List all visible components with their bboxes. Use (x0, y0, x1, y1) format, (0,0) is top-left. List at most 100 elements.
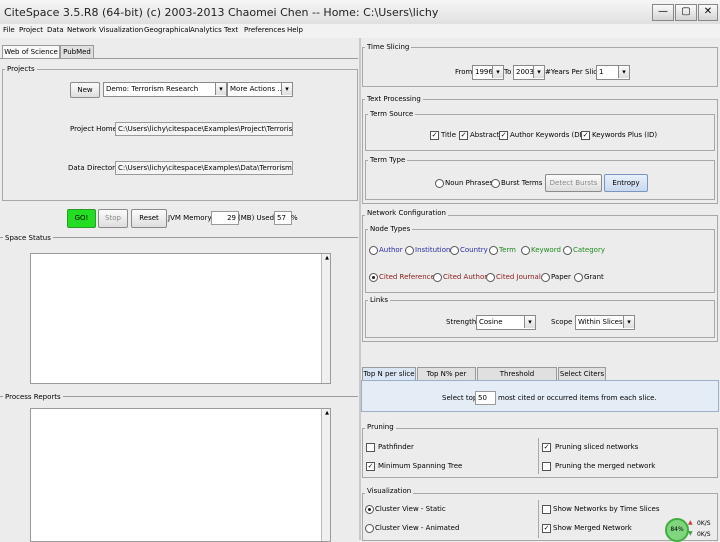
cluster-animated-label: Cluster View - Animated (375, 524, 460, 532)
process-reports-scrollbar[interactable] (321, 409, 330, 541)
menu-preferences[interactable]: Preferences (244, 26, 285, 34)
close-button[interactable]: ✕ (698, 4, 718, 21)
keywords-plus-checkbox[interactable]: ✓ (581, 131, 590, 140)
cited-reference-radio[interactable] (369, 273, 378, 282)
pathfinder-label: Pathfinder (378, 443, 414, 451)
space-status-divider (0, 237, 358, 238)
project-home-label: Project Home: (70, 125, 120, 133)
process-reports-area[interactable]: ▲ (30, 408, 331, 542)
show-merged-checkbox[interactable]: ✓ (542, 524, 551, 533)
top-n-field[interactable]: 50 (475, 391, 496, 405)
menu-analytics[interactable]: Analytics (190, 26, 222, 34)
author-label: Author (379, 246, 403, 254)
burst-terms-radio[interactable] (491, 179, 500, 188)
menu-help[interactable]: Help (287, 26, 303, 34)
menu-data[interactable]: Data (47, 26, 64, 34)
tab-select-citers[interactable]: Select Citers (558, 367, 606, 381)
chevron-down-icon: ▾ (215, 83, 226, 95)
maximize-button[interactable]: ▢ (675, 4, 697, 21)
keyword-radio[interactable] (521, 246, 530, 255)
cited-journal-label: Cited Journal (496, 273, 541, 281)
tab-top-n-percent[interactable]: Top N% per slice (417, 367, 476, 390)
cluster-static-label: Cluster View - Static (375, 505, 446, 513)
scroll-up-icon[interactable]: ▲ (325, 255, 329, 261)
more-actions-select[interactable]: More Actions ... ▾ (227, 82, 293, 97)
menu-file[interactable]: File (3, 26, 15, 34)
used-percent-field: 57 (274, 211, 292, 225)
chevron-down-icon: ▾ (281, 83, 292, 95)
menu-geographical[interactable]: Geographical (144, 26, 191, 34)
tab-threshold-interpolation[interactable]: Threshold Interpolation (477, 367, 557, 390)
cited-author-radio[interactable] (433, 273, 442, 282)
scope-select[interactable]: Within Slices ▾ (575, 315, 635, 330)
jvm-memory-label: JVM Memory (168, 214, 212, 222)
process-reports-legend: Process Reports (3, 393, 63, 401)
project-select[interactable]: Demo: Terrorism Research ▾ (103, 82, 227, 97)
show-by-slices-checkbox[interactable] (542, 505, 551, 514)
chevron-down-icon: ▾ (618, 66, 629, 78)
go-button[interactable]: GO! (67, 209, 96, 228)
pruning-sliced-checkbox[interactable]: ✓ (542, 443, 551, 452)
to-year-select[interactable]: 2003 ▾ (513, 65, 545, 80)
visualization-divider (538, 500, 539, 538)
mst-checkbox[interactable]: ✓ (366, 462, 375, 471)
space-status-area[interactable]: ▲ (30, 253, 331, 384)
split-pane-divider[interactable] (359, 38, 361, 540)
chevron-down-icon: ▾ (492, 66, 503, 78)
pruning-merged-checkbox[interactable] (542, 462, 551, 471)
cited-journal-radio[interactable] (486, 273, 495, 282)
menu-network[interactable]: Network (67, 26, 96, 34)
left-tab-divider (0, 58, 358, 59)
tab-pubmed[interactable]: PubMed (60, 45, 94, 59)
tab-top-n-per-slice[interactable]: Top N per slice (362, 367, 416, 381)
pruning-sliced-label: Pruning sliced networks (555, 443, 639, 451)
network-config-legend: Network Configuration (365, 209, 448, 217)
author-keywords-label: Author Keywords (DE) (510, 131, 587, 139)
from-label: From (455, 68, 473, 76)
scroll-up-icon[interactable]: ▲ (325, 410, 329, 416)
strength-label: Strength (446, 318, 477, 326)
mb-used-label: (MB) Used (238, 214, 275, 222)
menu-visualization[interactable]: Visualization (99, 26, 143, 34)
years-per-slice-value: 1 (599, 68, 604, 76)
strength-select[interactable]: Cosine ▾ (476, 315, 536, 330)
space-status-scrollbar[interactable] (321, 254, 330, 383)
minimize-button[interactable]: — (652, 4, 674, 21)
entropy-button[interactable]: Entropy (604, 174, 648, 192)
menu-text[interactable]: Text (224, 26, 238, 34)
keyword-label: Keyword (531, 246, 561, 254)
mst-label: Minimum Spanning Tree (378, 462, 463, 470)
cluster-animated-radio[interactable] (365, 524, 374, 533)
grant-radio[interactable] (574, 273, 583, 282)
text-processing-legend: Text Processing (365, 95, 423, 103)
reset-button[interactable]: Reset (131, 209, 167, 228)
paper-radio[interactable] (541, 273, 550, 282)
more-actions-value: More Actions ... (230, 85, 285, 93)
title-label: Title (441, 131, 457, 139)
country-radio[interactable] (450, 246, 459, 255)
noun-phrases-radio[interactable] (435, 179, 444, 188)
project-home-field[interactable]: C:\Users\lichy\citespace\Examples\Projec… (115, 122, 293, 136)
term-radio[interactable] (489, 246, 498, 255)
title-bar: CiteSpace 3.5.R8 (64-bit) (c) 2003-2013 … (0, 0, 720, 25)
author-radio[interactable] (369, 246, 378, 255)
category-label: Category (573, 246, 605, 254)
abstract-checkbox[interactable]: ✓ (459, 131, 468, 140)
category-radio[interactable] (563, 246, 572, 255)
menu-project[interactable]: Project (19, 26, 43, 34)
stop-button[interactable]: Stop (98, 209, 128, 228)
from-year-select[interactable]: 1996 ▾ (472, 65, 504, 80)
upload-arrow-icon: ▲ (688, 519, 693, 526)
tab-web-of-science[interactable]: Web of Science (2, 45, 60, 59)
cluster-static-radio[interactable] (365, 505, 374, 514)
institution-radio[interactable] (405, 246, 414, 255)
author-keywords-checkbox[interactable]: ✓ (499, 131, 508, 140)
years-per-slice-select[interactable]: 1 ▾ (596, 65, 630, 80)
from-year-value: 1996 (475, 68, 493, 76)
pruning-legend: Pruning (365, 423, 396, 431)
new-project-button[interactable]: New (70, 82, 100, 98)
pathfinder-checkbox[interactable] (366, 443, 375, 452)
data-directory-field[interactable]: C:\Users\lichy\citespace\Examples\Data\T… (115, 161, 293, 175)
title-checkbox[interactable]: ✓ (430, 131, 439, 140)
detect-bursts-button[interactable]: Detect Bursts (545, 174, 602, 192)
